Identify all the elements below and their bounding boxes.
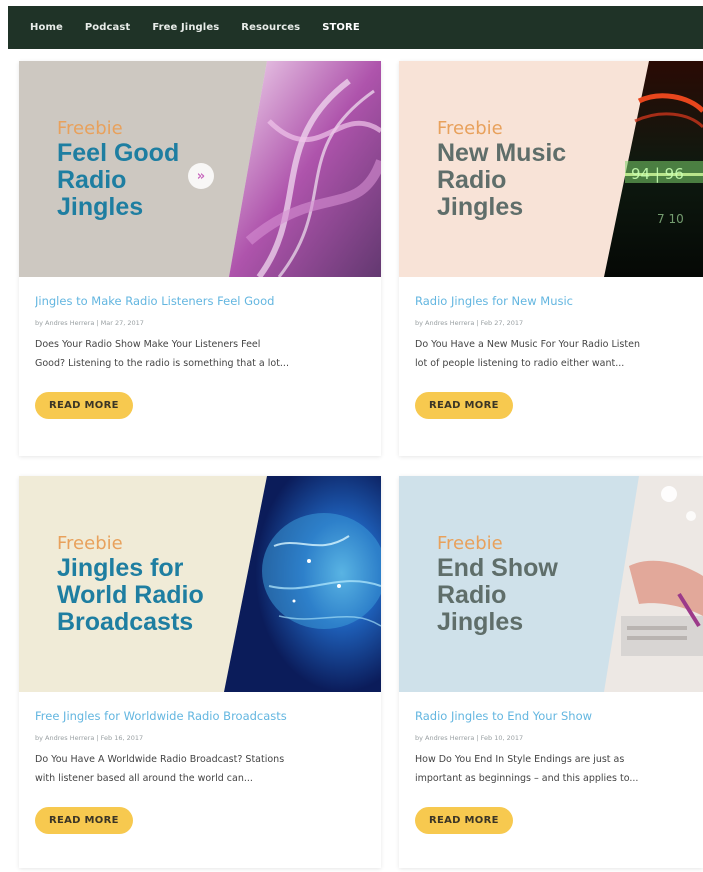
card-meta: by Andres Herrera | Feb 27, 2017 — [415, 319, 524, 327]
freebie-label: Freebie — [437, 533, 503, 554]
card-excerpt-line: Does Your Radio Show Make Your Listeners… — [35, 339, 261, 350]
card-excerpt-line: important as beginnings – and this appli… — [415, 773, 639, 784]
card-excerpt-line: Good? Listening to the radio is somethin… — [35, 358, 289, 369]
image-headline: Feel Good Radio Jingles — [57, 139, 180, 221]
image-headline: New Music Radio Jingles — [437, 139, 567, 221]
card-image[interactable]: Freebie End Show Radio Jingles — [399, 476, 703, 692]
post-card: Freebie Jingles for World Radio Broadcas… — [19, 476, 381, 868]
dial-text: 7 10 — [657, 212, 684, 226]
read-more-button[interactable]: READ MORE — [415, 807, 513, 834]
card-excerpt: Do You Have a New Music For Your Radio L… — [415, 335, 687, 373]
nav-link-home[interactable]: Home — [30, 22, 63, 33]
freebie-label: Freebie — [437, 118, 503, 139]
nav-link-resources[interactable]: Resources — [241, 22, 300, 33]
image-caption: Freebie End Show Radio Jingles — [437, 534, 558, 636]
read-more-button[interactable]: READ MORE — [35, 392, 133, 419]
post-card: 94 | 96 7 10 Freebie New Music Radio Jin… — [399, 61, 703, 456]
card-meta: by Andres Herrera | Mar 27, 2017 — [35, 319, 144, 327]
card-image[interactable]: Freebie Jingles for World Radio Broadcas… — [19, 476, 381, 692]
image-headline: Jingles for World Radio Broadcasts — [57, 554, 204, 636]
nav-link-podcast[interactable]: Podcast — [85, 22, 130, 33]
card-image[interactable]: Freebie Feel Good Radio Jingles » — [19, 61, 381, 277]
card-image[interactable]: 94 | 96 7 10 Freebie New Music Radio Jin… — [399, 61, 703, 277]
image-caption: Freebie Feel Good Radio Jingles — [57, 119, 179, 221]
card-excerpt-line: How Do You End In Style Endings are just… — [415, 754, 625, 765]
image-caption: Freebie New Music Radio Jingles — [437, 119, 566, 221]
card-excerpt-line: Do You Have A Worldwide Radio Broadcast?… — [35, 754, 285, 765]
nav-link-free-jingles[interactable]: Free Jingles — [152, 22, 219, 33]
image-caption: Freebie Jingles for World Radio Broadcas… — [57, 534, 204, 636]
freebie-label: Freebie — [57, 118, 123, 139]
nav-link-store[interactable]: STORE — [322, 22, 360, 33]
card-meta: by Andres Herrera | Feb 10, 2017 — [415, 734, 524, 742]
card-excerpt-line: with listener based all around the world… — [35, 773, 253, 784]
card-body: Free Jingles for Worldwide Radio Broadca… — [19, 692, 381, 834]
image-headline: End Show Radio Jingles — [437, 554, 558, 636]
card-excerpt-line: lot of people listening to radio either … — [415, 358, 625, 369]
card-title-link[interactable]: Radio Jingles for New Music — [415, 294, 687, 308]
freebie-label: Freebie — [57, 533, 123, 554]
card-excerpt: Does Your Radio Show Make Your Listeners… — [35, 335, 365, 373]
dial-text: 94 | 96 — [631, 165, 684, 183]
read-more-button[interactable]: READ MORE — [35, 807, 133, 834]
card-title-link[interactable]: Free Jingles for Worldwide Radio Broadca… — [35, 709, 365, 723]
card-body: Jingles to Make Radio Listeners Feel Goo… — [19, 277, 381, 419]
read-more-button[interactable]: READ MORE — [415, 392, 513, 419]
play-icon[interactable]: » — [188, 163, 214, 189]
card-title-link[interactable]: Jingles to Make Radio Listeners Feel Goo… — [35, 294, 365, 308]
card-meta: by Andres Herrera | Feb 16, 2017 — [35, 734, 144, 742]
card-excerpt: Do You Have A Worldwide Radio Broadcast?… — [35, 750, 365, 788]
card-excerpt: How Do You End In Style Endings are just… — [415, 750, 687, 788]
card-body: Radio Jingles for New Music by Andres He… — [399, 277, 703, 419]
card-body: Radio Jingles to End Your Show by Andres… — [399, 692, 703, 834]
top-nav-bar: Home Podcast Free Jingles Resources STOR… — [8, 6, 703, 49]
post-card: Freebie Feel Good Radio Jingles » Jingle… — [19, 61, 381, 456]
post-card: Freebie End Show Radio Jingles Radio Jin… — [399, 476, 703, 868]
card-excerpt-line: Do You Have a New Music For Your Radio L… — [415, 339, 640, 350]
card-title-link[interactable]: Radio Jingles to End Your Show — [415, 709, 687, 723]
